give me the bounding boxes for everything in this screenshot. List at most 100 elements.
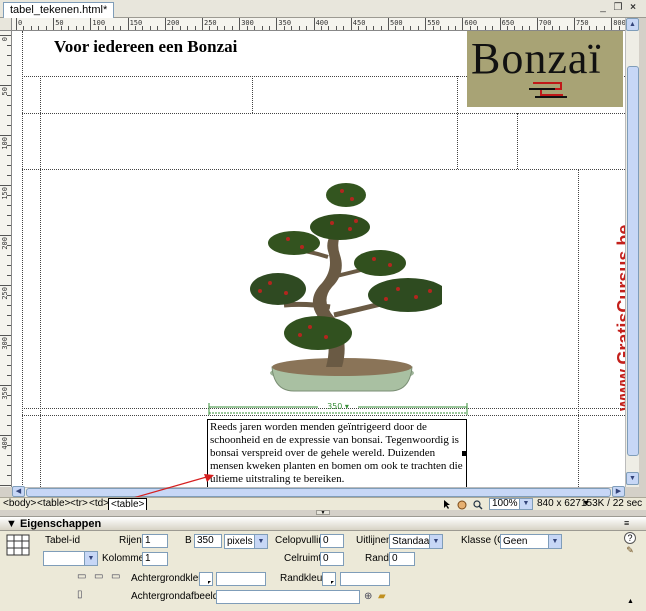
tag-table[interactable]: <table> (37, 498, 70, 510)
convert-widths-pixels-icon[interactable]: ▭ (94, 571, 103, 583)
table-border-line (22, 113, 625, 114)
convert-widths-percent-icon[interactable]: ▭ (111, 571, 120, 583)
point-to-file-icon[interactable]: ⊕ (364, 591, 372, 603)
ruler-minor-tick (157, 26, 159, 30)
tag-tr[interactable]: <tr> (70, 498, 88, 510)
collapse-icon[interactable]: ▼ (316, 510, 330, 516)
width-unit-select[interactable]: pixels ▼ (224, 534, 268, 549)
ruler-minor-tick (7, 455, 11, 456)
ruler-minor-tick (261, 26, 263, 30)
ruler-minor-tick (7, 265, 11, 266)
ruler-minor-tick (291, 26, 293, 30)
zoom-select[interactable]: 100% ▼ (489, 498, 533, 510)
ruler-tick (0, 185, 11, 186)
tag-td[interactable]: <td> (89, 498, 109, 510)
vertical-scrollbar[interactable]: ▲ ▼ (625, 18, 639, 487)
ruler-minor-tick (60, 26, 62, 30)
ruler-minor-tick (581, 26, 583, 30)
document-tab[interactable]: tabel_tekenen.html* (3, 2, 115, 18)
border-input[interactable]: 0 (389, 552, 415, 566)
logo-image[interactable]: Bonzaï (467, 31, 623, 107)
chevron-down-icon: ▼ (254, 535, 267, 548)
bonsai-image[interactable] (230, 177, 442, 397)
ruler-minor-tick (120, 26, 122, 30)
folder-icon[interactable]: ▰ (378, 591, 386, 603)
ruler-minor-tick (7, 65, 11, 66)
horizontal-scrollbar[interactable]: ◀ ▶ (12, 486, 625, 497)
minimize-icon[interactable]: _ (597, 2, 609, 14)
scroll-down-icon[interactable]: ▼ (626, 472, 639, 485)
ruler-minor-tick (179, 26, 181, 30)
clear-row-heights-icon[interactable]: ▭ (77, 571, 86, 583)
table-border-line (40, 169, 41, 487)
align-select[interactable]: Standaard ▼ (389, 534, 443, 549)
ruler-minor-tick (7, 405, 11, 406)
properties-panel-header[interactable]: ▼ Eigenschappen ≡ (0, 516, 646, 531)
ruler-minor-tick (68, 26, 70, 30)
ruler-minor-tick (7, 115, 11, 116)
ruler-tick (388, 18, 389, 30)
select-hand-zoom-tools[interactable] (442, 499, 492, 510)
ruler-tick (0, 335, 11, 336)
table-border-line (22, 31, 23, 487)
ruler-minor-tick (529, 26, 531, 30)
bgcolor-input[interactable] (216, 572, 266, 586)
resize-handle[interactable] (462, 451, 467, 456)
ruler-tick-label: 350 (1, 387, 9, 400)
bordercolor-picker[interactable] (322, 572, 336, 586)
ruler-tick (127, 18, 129, 30)
bgcolor-picker[interactable] (199, 572, 213, 586)
ruler-minor-tick (97, 26, 99, 30)
ruler-minor-tick (7, 165, 11, 166)
ruler-minor-tick (603, 26, 605, 30)
cellpadding-input[interactable]: 0 (320, 534, 344, 548)
ruler-minor-tick (395, 26, 397, 30)
vertical-scroll-thumb[interactable] (627, 66, 639, 456)
class-select[interactable]: Geen ▼ (500, 534, 562, 549)
ruler-minor-tick (231, 26, 233, 30)
ruler-origin[interactable] (0, 18, 12, 31)
horizontal-scroll-thumb[interactable] (26, 488, 611, 497)
rows-input[interactable]: 1 (142, 534, 168, 548)
ruler-minor-tick (432, 26, 434, 30)
help-icon[interactable]: ? (624, 532, 636, 544)
restore-icon[interactable]: ❐ (612, 2, 624, 14)
ruler-minor-tick (216, 26, 218, 30)
table-width-indicator[interactable]: 350 ▾ (208, 402, 468, 416)
edit-icon[interactable]: ✎ (624, 545, 636, 555)
ruler-minor-tick (7, 205, 11, 206)
bordercolor-input[interactable] (340, 572, 390, 586)
properties-title: ▼ Eigenschappen (6, 518, 102, 530)
ruler-minor-tick (402, 26, 404, 30)
page-title[interactable]: Voor iedereen een Bonzai (54, 37, 237, 57)
design-canvas[interactable]: Voor iedereen een Bonzai Bonzaï www.Grat… (12, 31, 625, 487)
ruler-minor-tick (484, 26, 486, 30)
cols-input[interactable]: 1 (142, 552, 168, 566)
tag-body[interactable]: <body> (3, 498, 36, 510)
scroll-up-icon[interactable]: ▲ (626, 18, 639, 31)
clear-column-widths-icon[interactable]: ▯ (77, 589, 83, 601)
ruler-minor-tick (7, 395, 11, 396)
close-icon[interactable]: × (627, 2, 639, 14)
cellspacing-input[interactable]: 0 (320, 552, 344, 566)
collapse-panel-icon[interactable]: ▲ (627, 598, 634, 605)
ruler-minor-tick (469, 26, 471, 30)
selected-table-cell[interactable]: Reeds jaren worden menden geïntrigeerd d… (207, 419, 467, 487)
scroll-right-icon[interactable]: ▶ (612, 486, 625, 497)
table-id-select[interactable]: ▼ (43, 551, 98, 566)
scroll-left-icon[interactable]: ◀ (12, 486, 25, 497)
ruler-minor-tick (254, 26, 256, 30)
ruler-minor-tick (588, 26, 590, 30)
ruler-minor-tick (7, 245, 11, 246)
panel-options-icon[interactable]: ≡ (624, 518, 629, 528)
ruler-left[interactable]: 050100150200250300350400450 (0, 31, 12, 487)
ruler-minor-tick (23, 26, 25, 30)
width-input[interactable]: 350 (194, 534, 222, 548)
ruler-minor-tick (45, 26, 47, 30)
bgimage-input[interactable] (216, 590, 360, 604)
ruler-tick-label: 0 (18, 19, 23, 27)
table-width-label[interactable]: 350 ▾ (208, 402, 468, 411)
ruler-top[interactable]: 0 50 100 150 200 250 300 350 400 450 500 550 600 650 7… (12, 18, 625, 31)
ruler-tick (16, 18, 17, 30)
ruler-minor-tick (7, 175, 11, 176)
